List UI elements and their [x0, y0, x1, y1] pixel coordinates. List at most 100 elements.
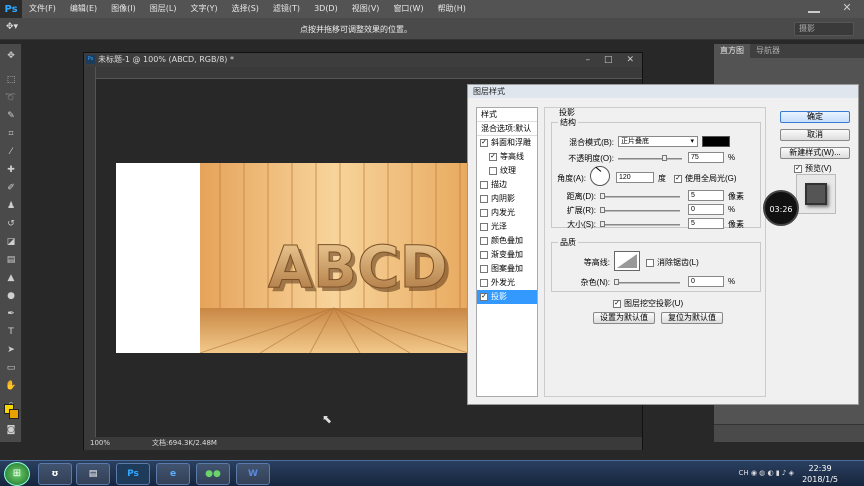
menu-image[interactable]: 图像(I) [104, 0, 143, 18]
style-item[interactable]: 光泽 [477, 220, 537, 234]
checkbox-checked-icon[interactable]: ✓ [480, 293, 488, 301]
distance-slider[interactable] [600, 193, 680, 199]
checkbox-icon[interactable] [480, 279, 488, 287]
tray-language[interactable]: CH [738, 469, 748, 477]
checkbox-icon[interactable] [480, 209, 488, 217]
taskbar-explorer-icon[interactable]: ▤ [76, 463, 110, 485]
noise-slider-thumb[interactable] [614, 279, 619, 285]
checkbox-icon[interactable] [480, 195, 488, 203]
angle-input[interactable]: 120 [616, 172, 654, 183]
menu-filter[interactable]: 滤镜(T) [266, 0, 307, 18]
quick-mask-icon[interactable]: ◙ [5, 424, 17, 436]
menu-edit[interactable]: 编辑(E) [63, 0, 104, 18]
shape-tool-icon[interactable]: ▭ [5, 362, 17, 374]
new-style-button[interactable]: 新建样式(W)... [780, 147, 850, 159]
opacity-input[interactable]: 75 [688, 152, 724, 163]
blur-tool-icon[interactable]: ▲ [5, 272, 17, 284]
checkbox-icon[interactable] [480, 237, 488, 245]
document-size[interactable]: 文档:694.3K/2.48M [152, 437, 217, 450]
style-item[interactable]: ✓ 等高线 [477, 150, 537, 164]
reset-default-button[interactable]: 复位为默认值 [661, 312, 723, 324]
checkbox-icon[interactable] [480, 265, 488, 273]
menu-file[interactable]: 文件(F) [22, 0, 63, 18]
size-slider-thumb[interactable] [600, 221, 605, 227]
angle-dial[interactable] [590, 166, 610, 186]
contour-picker[interactable] [614, 251, 640, 271]
size-slider[interactable] [600, 221, 680, 227]
checkbox-icon[interactable] [489, 167, 497, 175]
canvas-wood-image[interactable]: ABCD ABCD [200, 163, 468, 353]
tray-icons[interactable]: ◉ ◍ ◐ ▮ ♪ ◈ [751, 469, 794, 477]
menu-window[interactable]: 窗口(W) [386, 0, 430, 18]
tab-histogram[interactable]: 直方图 [714, 44, 750, 58]
quick-select-icon[interactable]: ✎ [5, 110, 17, 122]
type-tool-icon[interactable]: T [5, 326, 17, 338]
gradient-tool-icon[interactable]: ▤ [5, 254, 17, 266]
style-item[interactable]: 内发光 [477, 206, 537, 220]
background-color-swatch[interactable] [9, 409, 19, 419]
doc-close-icon[interactable]: ✕ [626, 53, 634, 67]
taskbar-app-uu-icon[interactable]: ʊ [38, 463, 72, 485]
minimize-icon[interactable] [808, 3, 820, 13]
spread-slider-thumb[interactable] [600, 207, 605, 213]
global-light-checkbox[interactable]: ✓ 使用全局光(G) [674, 173, 737, 184]
style-item[interactable]: 渐变叠加 [477, 248, 537, 262]
taskbar-clock[interactable]: 22:39 2018/1/5 [802, 463, 838, 485]
canvas-white-area[interactable] [116, 163, 200, 353]
history-brush-icon[interactable]: ↺ [5, 218, 17, 230]
set-default-button[interactable]: 设置为默认值 [593, 312, 655, 324]
checkbox-icon[interactable] [480, 181, 488, 189]
distance-slider-thumb[interactable] [600, 193, 605, 199]
dodge-tool-icon[interactable]: ● [5, 290, 17, 302]
checkbox-icon[interactable] [480, 251, 488, 259]
move-tool-preset-icon[interactable]: ✥▾ [6, 22, 18, 32]
taskbar-wechat-icon[interactable]: ●● [196, 463, 230, 485]
style-item[interactable]: 图案叠加 [477, 262, 537, 276]
style-item[interactable]: 纹理 [477, 164, 537, 178]
preview-checkbox[interactable]: ✓ 预览(V) [794, 163, 832, 174]
eraser-tool-icon[interactable]: ◪ [5, 236, 17, 248]
clone-stamp-icon[interactable]: ♟ [5, 200, 17, 212]
workspace-select[interactable]: 摄影 [794, 22, 854, 36]
menu-help[interactable]: 帮助(H) [431, 0, 473, 18]
knockout-checkbox[interactable]: ✓ 图层挖空投影(U) [613, 298, 683, 309]
spread-input[interactable]: 0 [688, 204, 724, 215]
path-select-icon[interactable]: ➤ [5, 344, 17, 356]
lasso-tool-icon[interactable]: ➰ [5, 92, 17, 104]
checkbox-icon[interactable] [480, 223, 488, 231]
zoom-level[interactable]: 100% [90, 437, 110, 450]
healing-brush-icon[interactable]: ✚ [5, 164, 17, 176]
opacity-slider-thumb[interactable] [661, 155, 667, 161]
system-tray[interactable]: CH ◉ ◍ ◐ ▮ ♪ ◈ [738, 469, 794, 477]
ok-button[interactable]: 确定 [780, 111, 850, 123]
doc-minimize-icon[interactable]: – [585, 53, 590, 67]
size-input[interactable]: 5 [688, 218, 724, 229]
menu-type[interactable]: 文字(Y) [183, 0, 224, 18]
style-item[interactable]: 颜色叠加 [477, 234, 537, 248]
antialias-checkbox[interactable]: 消除锯齿(L) [646, 257, 699, 268]
taskbar-ie-icon[interactable]: e [156, 463, 190, 485]
crop-tool-icon[interactable]: ⌗ [5, 128, 17, 140]
taskbar-photoshop-icon[interactable]: Ps [116, 463, 150, 485]
style-item[interactable]: 描边 [477, 178, 537, 192]
close-icon[interactable]: ✕ [840, 1, 854, 15]
checkbox-checked-icon[interactable]: ✓ [480, 139, 488, 147]
menu-layer[interactable]: 图层(L) [143, 0, 184, 18]
style-item[interactable]: 外发光 [477, 276, 537, 290]
distance-input[interactable]: 5 [688, 190, 724, 201]
hand-tool-icon[interactable]: ✋ [5, 380, 17, 392]
spread-slider[interactable] [600, 207, 680, 213]
menu-view[interactable]: 视图(V) [345, 0, 387, 18]
marquee-tool-icon[interactable]: ⬚ [5, 74, 17, 86]
tab-navigator[interactable]: 导航器 [750, 44, 786, 58]
checkbox-checked-icon[interactable]: ✓ [489, 153, 497, 161]
blend-options-item[interactable]: 混合选项:默认 [477, 122, 537, 136]
taskbar-word-icon[interactable]: W [236, 463, 270, 485]
move-tool-icon[interactable]: ✥ [5, 50, 17, 62]
doc-maximize-icon[interactable]: □ [604, 53, 613, 67]
noise-input[interactable]: 0 [688, 276, 724, 287]
shadow-color-swatch[interactable] [702, 136, 730, 147]
blend-mode-select[interactable]: 正片叠底 ▾ [618, 136, 698, 147]
style-item[interactable]: 内阴影 [477, 192, 537, 206]
menu-3d[interactable]: 3D(D) [307, 0, 345, 18]
